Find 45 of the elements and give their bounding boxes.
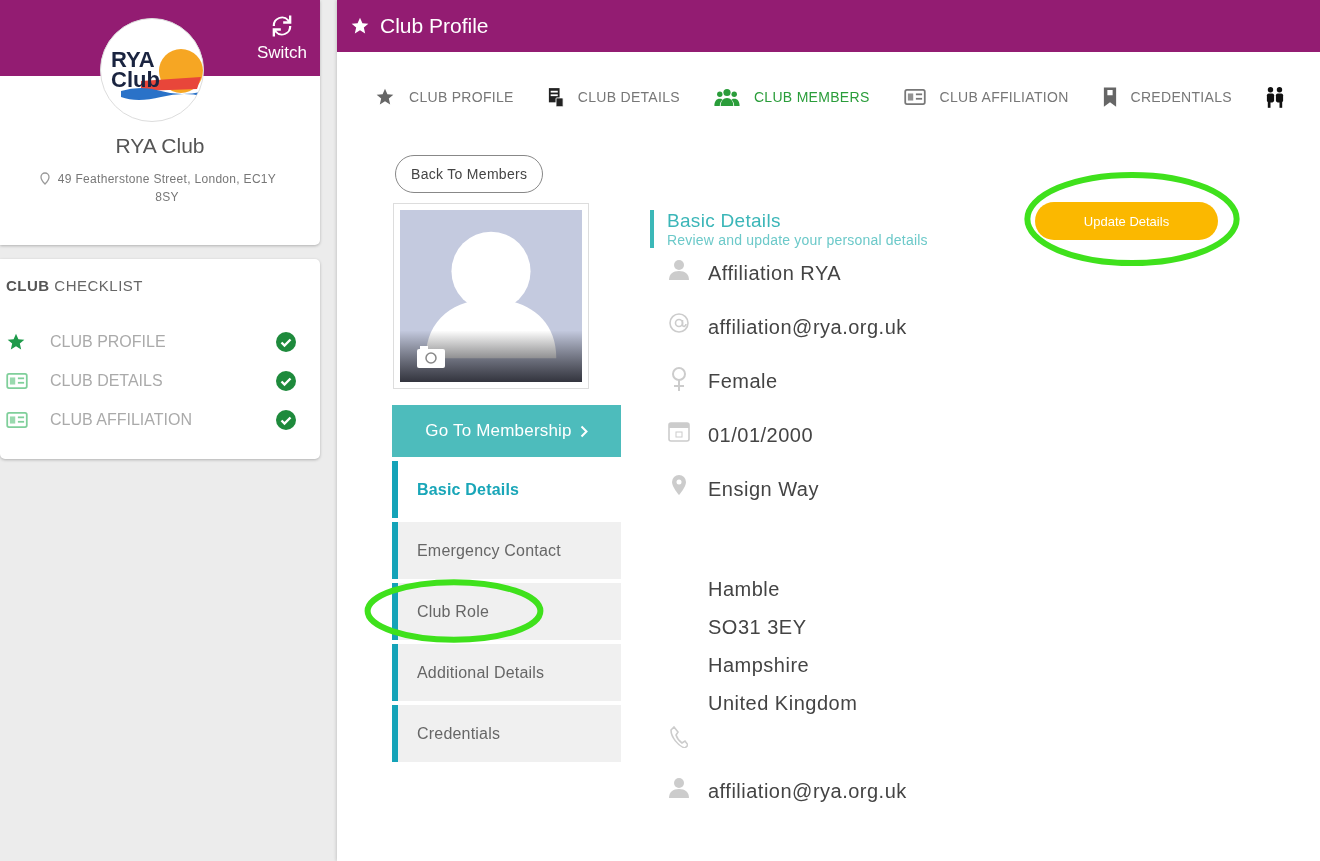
detail-text: 01/01/2000	[708, 423, 814, 448]
camera-icon[interactable]	[417, 346, 445, 368]
detail-text: Hamble	[708, 577, 781, 602]
detail-text: Affiliation RYA	[708, 261, 842, 286]
female-icon	[671, 366, 687, 392]
section-title: Basic Details	[667, 210, 782, 232]
nav-tab[interactable]: CLUB PROFILE	[375, 87, 514, 107]
checklist-title: CLUB CHECKLIST	[6, 277, 145, 294]
document-icon	[547, 87, 564, 107]
detail-text: SO31 3EY	[708, 615, 808, 640]
club-address: 49 Featherstone Street, London, EC1Y 8SY	[56, 171, 278, 206]
people-icon	[1265, 86, 1284, 108]
section-subtitle: Review and update your personal details	[667, 232, 929, 248]
location-pin-icon	[40, 172, 50, 185]
bookmark-icon	[1102, 86, 1117, 108]
detail-text: affiliation@rya.org.uk	[708, 779, 907, 804]
detail-text: Female	[708, 369, 778, 394]
nav-tab[interactable]	[1265, 86, 1284, 108]
at-sign-icon	[668, 312, 690, 334]
switch-button[interactable]: Switch	[256, 0, 320, 76]
detail-text: United Kingdom	[708, 691, 858, 716]
nav-tab[interactable]: CLUB MEMBERS	[713, 88, 870, 106]
star-icon	[350, 16, 370, 36]
id-card-icon	[6, 411, 28, 428]
id-card-icon	[6, 372, 28, 389]
nav-tab[interactable]: CLUB DETAILS	[547, 87, 680, 107]
section-tab[interactable]: Credentials	[392, 705, 621, 762]
section-tab[interactable]: Additional Details	[392, 644, 621, 701]
page-title: Club Profile	[380, 14, 489, 38]
id-card-icon	[903, 89, 926, 105]
club-name: RYA Club	[115, 134, 205, 158]
phone-icon	[670, 726, 688, 748]
chevron-icon	[579, 424, 588, 438]
section-tab[interactable]: Emergency Contact	[392, 522, 621, 579]
detail-text: affiliation@rya.org.uk	[708, 315, 907, 340]
nav-tab[interactable]: CREDENTIALS	[1102, 86, 1232, 108]
person-icon	[668, 776, 690, 798]
person-icon	[668, 258, 690, 280]
calendar-icon	[668, 420, 690, 442]
people-icon	[713, 88, 740, 106]
nav-tab[interactable]: CLUB AFFILIATION	[903, 89, 1069, 105]
star-icon	[375, 87, 395, 107]
location-pin-icon	[671, 474, 687, 496]
detail-text: Hampshire	[708, 653, 811, 678]
detail-text: Ensign Way	[708, 477, 819, 502]
